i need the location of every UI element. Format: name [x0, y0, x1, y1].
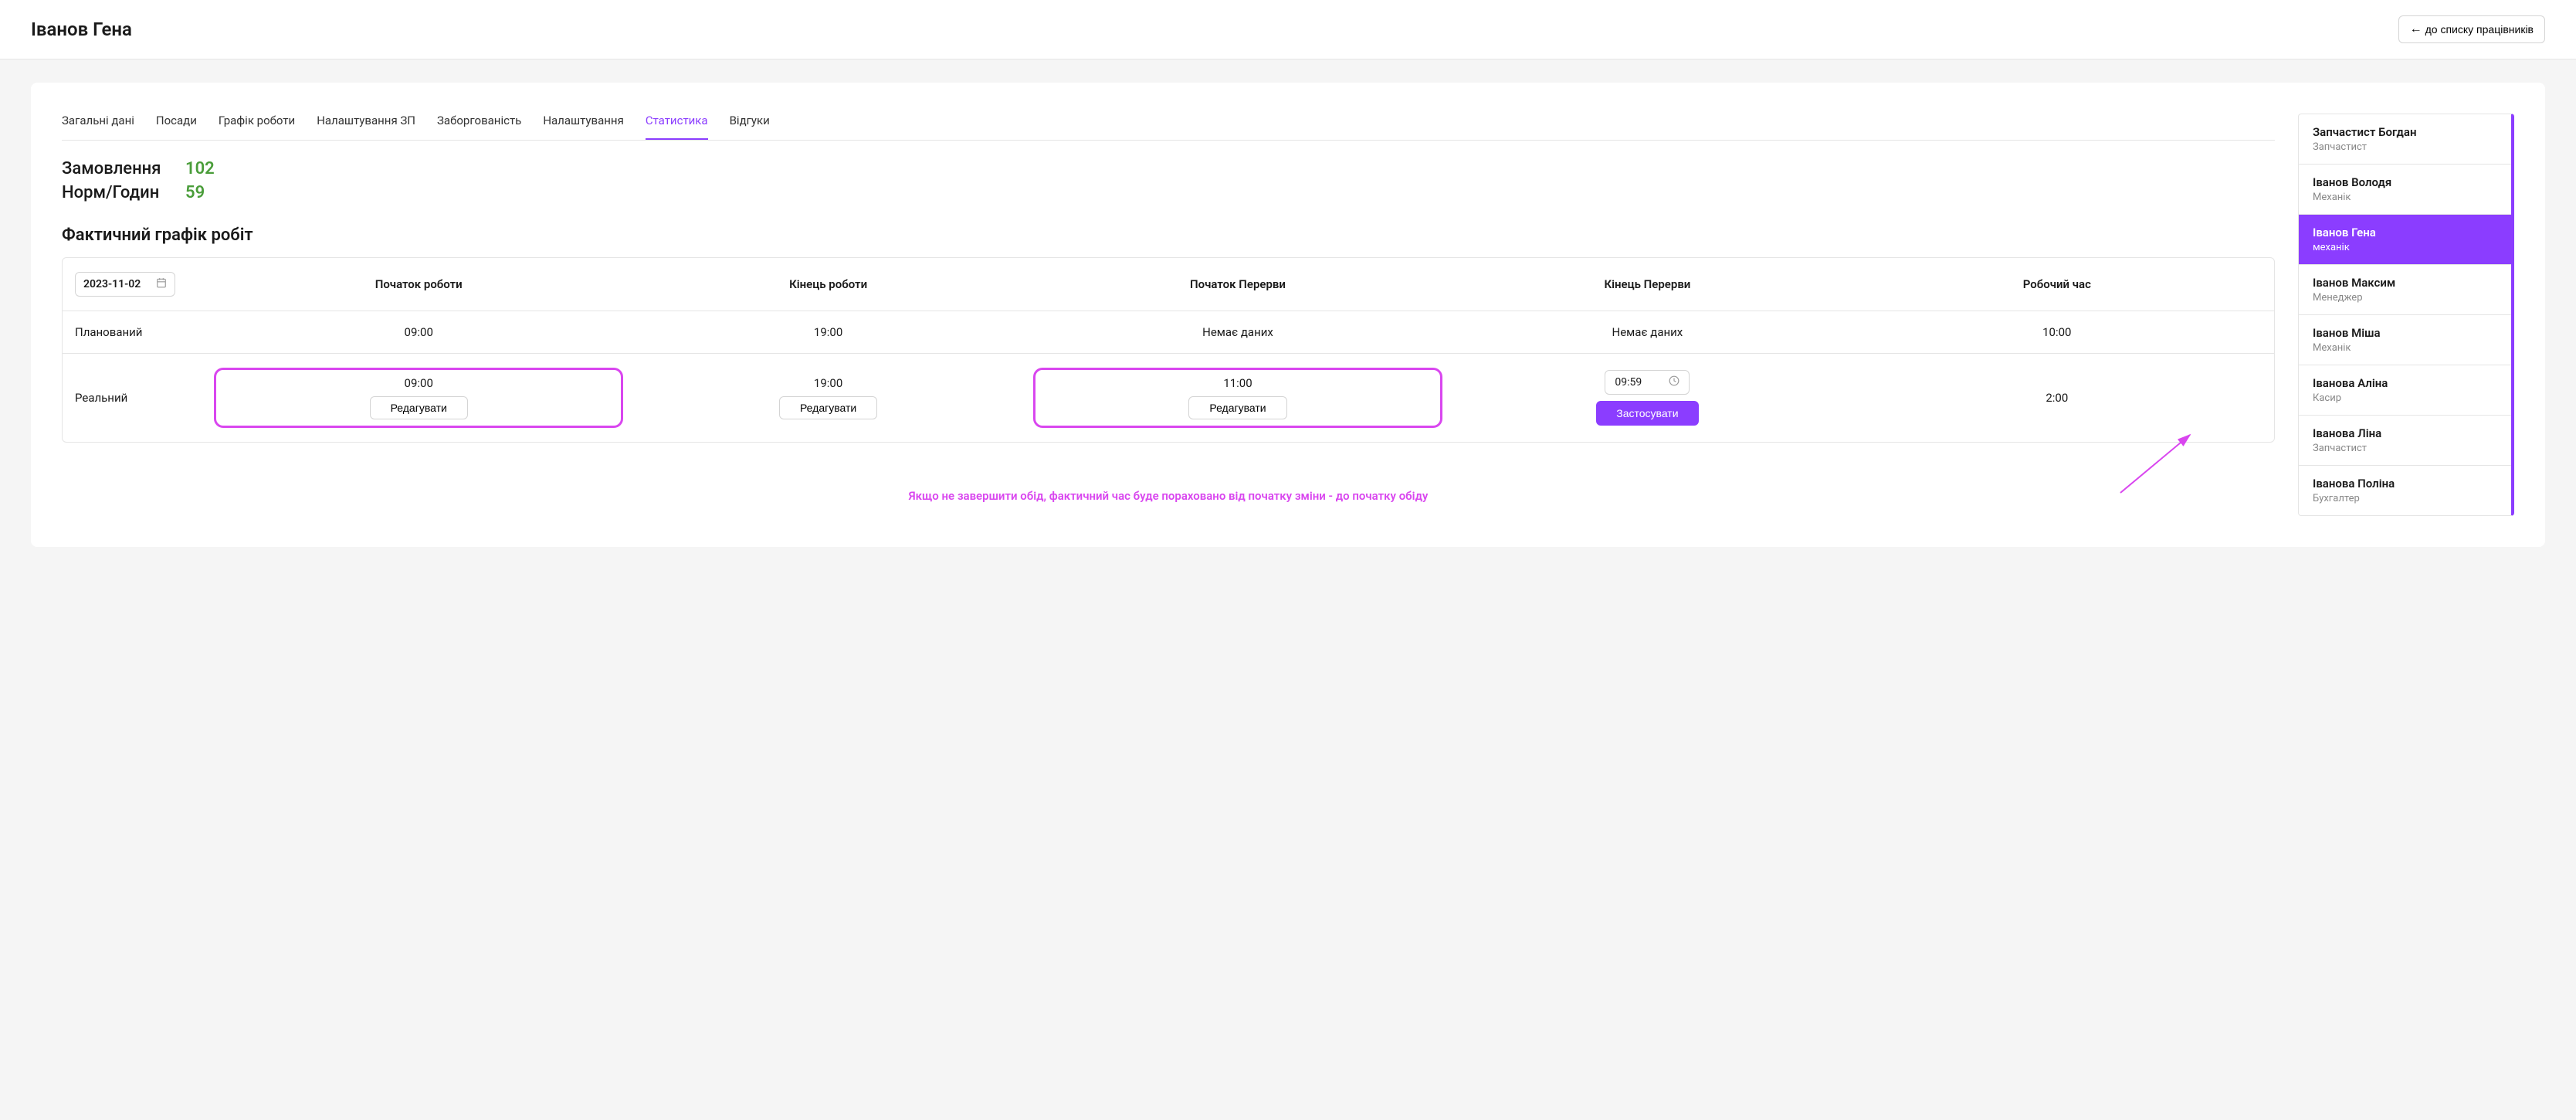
tab-settings[interactable]: Налаштування	[543, 114, 624, 140]
employee-role: Механік	[2313, 342, 2497, 354]
employee-role: Бухгалтер	[2313, 493, 2497, 504]
employee-list: Запчастист Богдан Запчастист Іванов Володя…	[2299, 114, 2511, 515]
tab-debt[interactable]: Заборгованість	[437, 114, 521, 140]
apply-button[interactable]: Застосувати	[1596, 401, 1698, 426]
tab-reviews[interactable]: Відгуки	[730, 114, 770, 140]
annotation-text: Якщо не завершити обід, фактичний час бу…	[62, 489, 2275, 503]
date-picker-cell: 2023-11-02	[75, 272, 214, 297]
th-work-time: Робочий час	[1852, 277, 2262, 291]
actual-start-break-cell: 11:00 Редагувати	[1033, 368, 1442, 428]
actual-end-work-cell: 19:00 Редагувати	[623, 376, 1032, 419]
table-header: 2023-11-02 Початок роботи	[63, 258, 2274, 311]
tab-positions[interactable]: Посади	[156, 114, 197, 140]
planned-row: Планований 09:00 19:00 Немає даних Немає…	[63, 311, 2274, 354]
employee-role: Запчастист	[2313, 141, 2497, 153]
actual-start-break-value: 11:00	[1223, 376, 1252, 390]
stats-orders-label: Замовлення	[62, 159, 170, 178]
page-body: Загальні дані Посади Графік роботи Налаш…	[0, 59, 2576, 570]
end-break-time-input[interactable]: 09:59	[1605, 370, 1690, 395]
employee-item[interactable]: Іванова Аліна Касир	[2299, 365, 2511, 416]
employee-item[interactable]: Іванов Максим Менеджер	[2299, 265, 2511, 315]
employee-item[interactable]: Запчастист Богдан Запчастист	[2299, 114, 2511, 165]
employee-name: Іванова Поліна	[2313, 477, 2497, 490]
main-panel: Загальні дані Посади Графік роботи Налаш…	[31, 83, 2545, 547]
left-column: Загальні дані Посади Графік роботи Налаш…	[62, 114, 2275, 516]
top-header: Іванов Гена ← до списку працівників	[0, 0, 2576, 59]
planned-start-break: Немає даних	[1033, 325, 1442, 339]
clock-icon	[1669, 375, 1679, 389]
th-end-break: Кінець Перерви	[1442, 277, 1852, 291]
employee-item[interactable]: Іванова Поліна Бухгалтер	[2299, 466, 2511, 515]
actual-end-work-value: 19:00	[814, 376, 842, 390]
section-title: Фактичний графік робіт	[62, 226, 2275, 245]
work-table: 2023-11-02 Початок роботи	[62, 257, 2275, 443]
actual-start-work-cell: 09:00 Редагувати	[214, 368, 623, 428]
employee-role: Запчастист	[2313, 443, 2497, 454]
employee-role: Механік	[2313, 192, 2497, 203]
date-picker[interactable]: 2023-11-02	[75, 272, 175, 297]
employee-name: Іванов Максим	[2313, 276, 2497, 290]
end-work-stack: 19:00 Редагувати	[623, 376, 1032, 419]
arrow-left-icon: ←	[2410, 22, 2422, 36]
employee-item[interactable]: Іванов Міша Механік	[2299, 315, 2511, 365]
employee-sidebar: Запчастист Богдан Запчастист Іванов Володя…	[2298, 114, 2514, 516]
th-end-work: Кінець роботи	[623, 277, 1032, 291]
employee-item[interactable]: Іванова Ліна Запчастист	[2299, 416, 2511, 466]
employee-name: Іванов Міша	[2313, 326, 2497, 340]
actual-end-break-cell: 09:59 Застосувати	[1442, 370, 1852, 426]
tab-salary[interactable]: Налаштування ЗП	[317, 114, 415, 140]
tab-stats[interactable]: Статистика	[646, 114, 708, 140]
stats-orders-row: Замовлення 102	[62, 159, 2275, 178]
stats-block: Замовлення 102 Норм/Годин 59	[62, 159, 2275, 202]
highlight-start-break: 11:00 Редагувати	[1033, 368, 1442, 428]
tab-general[interactable]: Загальні дані	[62, 114, 134, 140]
planned-label: Планований	[75, 325, 214, 339]
employee-role: Менеджер	[2313, 292, 2497, 304]
tab-schedule[interactable]: Графік роботи	[219, 114, 295, 140]
stats-hours-row: Норм/Годин 59	[62, 183, 2275, 202]
employee-name: Іванова Аліна	[2313, 376, 2497, 390]
planned-end-work: 19:00	[623, 325, 1032, 339]
planned-end-break: Немає даних	[1442, 325, 1852, 339]
stats-orders-value: 102	[185, 159, 215, 178]
tabs: Загальні дані Посади Графік роботи Налаш…	[62, 114, 2275, 141]
planned-start-work: 09:00	[214, 325, 623, 339]
actual-work-time: 2:00	[1852, 391, 2262, 405]
stats-hours-value: 59	[185, 183, 205, 202]
date-value: 2023-11-02	[83, 278, 141, 290]
edit-start-work-button[interactable]: Редагувати	[370, 396, 468, 419]
employee-name: Іванова Ліна	[2313, 426, 2497, 440]
actual-label: Реальний	[75, 391, 214, 405]
actual-row: Реальний 09:00 Редагувати 19:00 Редагува…	[63, 354, 2274, 442]
employee-role: Касир	[2313, 392, 2497, 404]
th-start-break: Початок Перерви	[1033, 277, 1442, 291]
back-btn-label: до списку працівників	[2425, 23, 2534, 36]
edit-end-work-button[interactable]: Редагувати	[779, 396, 877, 419]
th-start-work: Початок роботи	[214, 277, 623, 291]
employee-name: Запчастист Богдан	[2313, 125, 2497, 139]
end-break-stack: 09:59 Застосувати	[1442, 370, 1852, 426]
employee-name: Іванов Гена	[2313, 226, 2497, 239]
calendar-icon	[156, 277, 167, 291]
annotation-label: Якщо не завершити обід, фактичний час бу…	[909, 489, 1429, 503]
page-title: Іванов Гена	[31, 19, 132, 40]
back-to-list-button[interactable]: ← до списку працівників	[2398, 15, 2545, 43]
planned-work-time: 10:00	[1852, 325, 2262, 339]
actual-start-work-value: 09:00	[405, 376, 433, 390]
employee-item[interactable]: Іванов Володя Механік	[2299, 165, 2511, 215]
employee-role: механік	[2313, 242, 2497, 253]
highlight-start-work: 09:00 Редагувати	[214, 368, 623, 428]
employee-item[interactable]: Іванов Гена механік	[2299, 215, 2511, 265]
edit-start-break-button[interactable]: Редагувати	[1188, 396, 1286, 419]
employee-name: Іванов Володя	[2313, 175, 2497, 189]
end-break-time-value: 09:59	[1615, 376, 1642, 389]
stats-hours-label: Норм/Годин	[62, 183, 170, 202]
